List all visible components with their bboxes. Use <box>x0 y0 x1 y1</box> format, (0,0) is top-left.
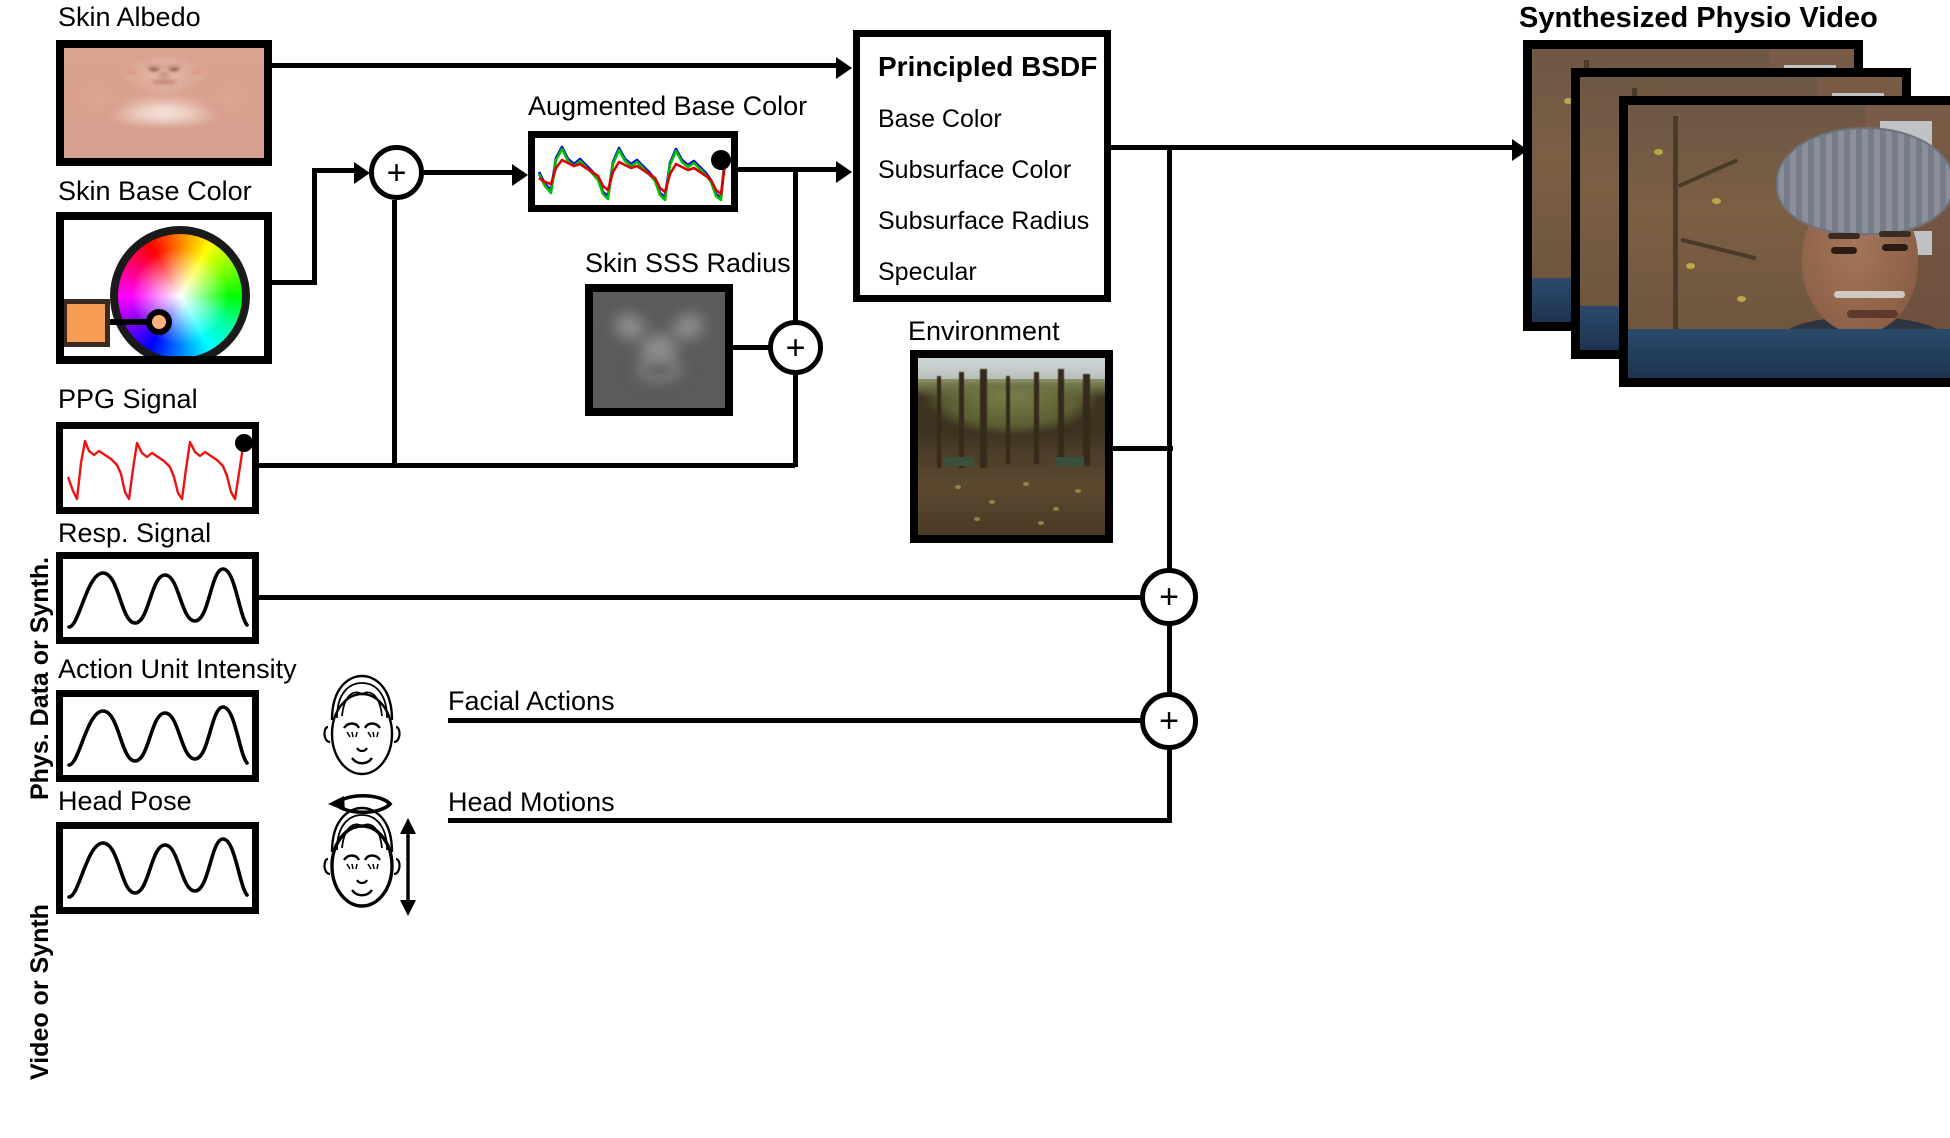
link-bus-to-video <box>1167 145 1517 150</box>
environment-hdri-thumbnail[interactable] <box>910 350 1113 543</box>
link-bsdf-out <box>1111 145 1173 150</box>
head-pose-waveform <box>67 837 249 899</box>
skin-albedo-thumbnail[interactable] <box>56 40 272 166</box>
action-unit-intensity-plot[interactable] <box>56 690 259 782</box>
link-augmented-branch-riser <box>793 167 798 467</box>
resp-signal-plot[interactable] <box>56 552 259 644</box>
environment-label: Environment <box>908 316 1060 346</box>
arrow-albedo-to-bsdf <box>836 57 852 79</box>
principled-bsdf-title: Principled BSDF <box>878 51 1098 82</box>
link-plus-to-augmented <box>424 170 514 175</box>
plus-symbol: + <box>386 153 407 192</box>
sss-radius-map <box>593 292 725 408</box>
link-resp-to-plus <box>259 595 1143 600</box>
link-basecolor-out <box>272 280 316 285</box>
arrow-plus-to-augmented <box>512 164 528 186</box>
sum-operator-base-color[interactable]: + <box>369 145 424 200</box>
augmented-base-color-plot[interactable] <box>528 131 738 212</box>
link-sss-to-plus <box>733 345 770 350</box>
link-augmented-to-bsdf <box>738 167 838 172</box>
skin-sss-radius-thumbnail[interactable] <box>585 284 733 416</box>
skin-albedo-label: Skin Albedo <box>58 2 201 32</box>
resp-waveform <box>67 567 249 629</box>
skin-base-color-label: Skin Base Color <box>58 176 252 206</box>
link-basecolor-riser <box>312 168 317 285</box>
skin-base-color-picker[interactable] <box>56 212 272 364</box>
augmented-endpoint-marker <box>711 150 731 170</box>
plus-symbol: + <box>785 328 806 367</box>
bsdf-slot-specular[interactable]: Specular <box>878 258 977 287</box>
augmented-base-color-label: Augmented Base Color <box>528 91 808 121</box>
ppg-waveform <box>66 434 252 501</box>
color-wheel-handle[interactable] <box>146 309 172 335</box>
head-motions-label: Head Motions <box>448 787 615 817</box>
link-ppg-out <box>259 463 795 468</box>
link-env-out <box>1113 446 1173 451</box>
link-head-motions-line <box>448 818 1172 823</box>
skin-sss-radius-label: Skin SSS Radius <box>585 248 791 278</box>
link-head-motions-riser <box>1167 748 1172 822</box>
diagram-canvas: Phys. Data or Synth. Video or Synth Skin… <box>0 0 1950 1138</box>
bsdf-slot-base-color[interactable]: Base Color <box>878 105 1002 134</box>
link-albedo-to-bsdf <box>272 63 838 68</box>
skin-albedo-image <box>64 48 264 158</box>
bsdf-slot-subsurface-color[interactable]: Subsurface Color <box>878 156 1071 185</box>
ppg-signal-plot[interactable] <box>56 422 259 514</box>
action-unit-waveform <box>67 705 249 767</box>
head-rotation-icon <box>318 790 420 920</box>
link-plus1-to-plus2 <box>1167 624 1172 694</box>
bsdf-slot-subsurface-radius[interactable]: Subsurface Radius <box>878 207 1089 236</box>
plus-symbol: + <box>1159 578 1179 616</box>
color-wheel-icon[interactable] <box>110 226 250 356</box>
group-label-phys-data: Phys. Data or Synth. <box>26 556 54 800</box>
ppg-endpoint-marker <box>235 434 252 452</box>
head-pose-plot[interactable] <box>56 822 259 914</box>
arrow-augmented-to-bsdf <box>836 161 852 183</box>
facial-actions-label: Facial Actions <box>448 686 615 716</box>
link-facial-actions-to-plus <box>448 718 1143 723</box>
sum-operator-render-resp[interactable]: + <box>1140 568 1198 626</box>
color-swatch[interactable] <box>64 299 110 347</box>
video-frame-3[interactable] <box>1619 96 1950 387</box>
plus-symbol: + <box>1159 702 1179 740</box>
head-pose-label: Head Pose <box>58 786 192 816</box>
link-basecolor-to-plus <box>312 168 357 173</box>
link-ppg-riser <box>392 200 397 466</box>
arrow-basecolor-to-plus <box>354 162 370 184</box>
sum-operator-render-motion[interactable]: + <box>1140 692 1198 750</box>
group-label-video-synth: Video or Synth <box>26 904 54 1080</box>
sum-operator-sss-radius[interactable]: + <box>768 320 823 375</box>
action-unit-intensity-label: Action Unit Intensity <box>58 654 297 684</box>
environment-panorama <box>918 358 1105 535</box>
resp-signal-label: Resp. Signal <box>58 518 212 548</box>
link-render-bus-riser <box>1167 145 1172 576</box>
principled-bsdf-node[interactable]: Principled BSDF Base Color Subsurface Co… <box>853 30 1111 302</box>
rgb-waveform <box>537 145 731 202</box>
ppg-signal-label: PPG Signal <box>58 384 198 414</box>
synthesized-video-title: Synthesized Physio Video <box>1519 2 1878 34</box>
face-icon <box>320 672 404 787</box>
